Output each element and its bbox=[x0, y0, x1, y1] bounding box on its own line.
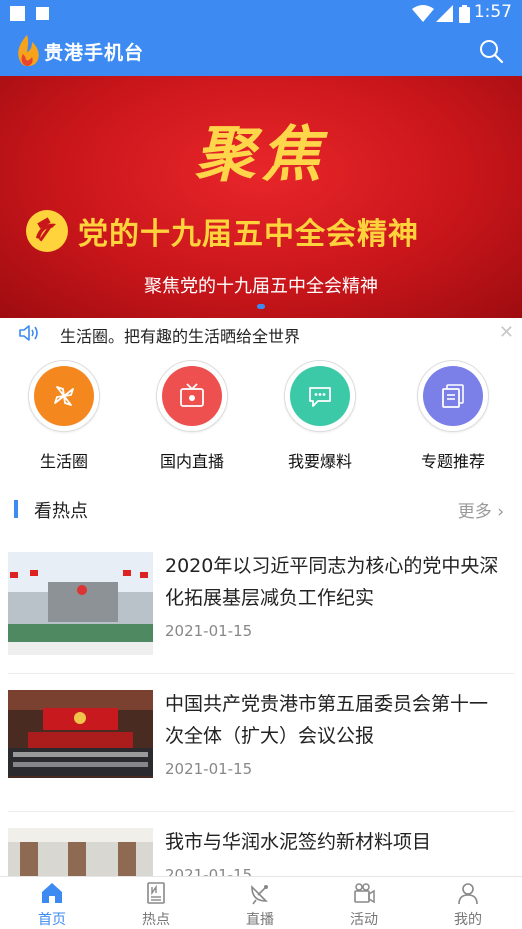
banner-caption: 聚焦党的十九届五中全会精神 bbox=[144, 276, 378, 297]
tv-icon bbox=[162, 366, 222, 426]
banner-headline: 党的十九届五中全会精神 bbox=[22, 206, 512, 256]
speaker-icon bbox=[19, 325, 38, 341]
search-icon bbox=[480, 40, 504, 64]
more-label: 更多 bbox=[457, 502, 492, 522]
party-emblem-icon bbox=[26, 210, 68, 252]
news-icon bbox=[147, 882, 165, 904]
search-button[interactable] bbox=[478, 38, 504, 64]
shortcut-label: 生活圈 bbox=[39, 452, 88, 471]
wifi-icon bbox=[412, 5, 434, 22]
shortcut-life-circle[interactable]: 生活圈 bbox=[9, 360, 119, 472]
news-date: 2021-01-15 bbox=[165, 866, 253, 876]
notification-icon bbox=[10, 6, 25, 21]
camera-icon bbox=[354, 883, 375, 904]
tab-label: 我的 bbox=[454, 912, 482, 928]
shortcut-featured[interactable]: 专题推荐 bbox=[398, 360, 508, 472]
battery-icon bbox=[459, 5, 470, 23]
app-bar: 贵港手机台 bbox=[0, 26, 522, 76]
carousel-dot-active bbox=[257, 304, 265, 309]
tab-hot[interactable]: 热点 bbox=[104, 877, 208, 928]
flame-logo-icon bbox=[12, 34, 42, 68]
close-icon[interactable]: ✕ bbox=[499, 322, 514, 343]
app-logo: 贵港手机台 bbox=[12, 34, 144, 68]
news-title: 我市与华润水泥签约新材料项目 bbox=[165, 831, 432, 853]
more-link[interactable]: 更多 › bbox=[458, 497, 504, 522]
tab-label: 活动 bbox=[350, 912, 378, 928]
shortcut-domestic-live[interactable]: 国内直播 bbox=[137, 360, 247, 472]
news-thumbnail bbox=[8, 690, 153, 793]
news-item[interactable]: 我市与华润水泥签约新材料项目 2021-01-15 bbox=[8, 828, 514, 876]
chat-bubble-icon bbox=[290, 366, 350, 426]
home-icon bbox=[42, 883, 62, 903]
divider bbox=[8, 673, 514, 674]
bottom-tab-bar: 首页 热点 直播 活动 我的 bbox=[0, 876, 522, 928]
section-accent-bar bbox=[14, 500, 18, 518]
tab-label: 直播 bbox=[246, 912, 274, 928]
banner-headline-text: 党的十九届五中全会精神 bbox=[78, 217, 419, 252]
news-title: 中国共产党贵港市第五届委员会第十一次全体（扩大）会议公报 bbox=[165, 693, 489, 747]
shortcut-label: 我要爆料 bbox=[287, 452, 352, 471]
stacked-docs-icon bbox=[423, 366, 483, 426]
banner-carousel[interactable]: 聚焦 党的十九届五中全会精神 聚焦党的十九届五中全会精神 bbox=[0, 76, 522, 318]
app-notification-icon bbox=[36, 7, 49, 20]
user-icon bbox=[458, 883, 478, 905]
carousel-indicator bbox=[0, 304, 522, 309]
news-thumbnail bbox=[8, 552, 153, 655]
news-item[interactable]: 2020年以习近平同志为核心的党中央深化拓展基层减负工作纪实 2021-01-1… bbox=[8, 552, 514, 674]
status-bar: 1:57 bbox=[0, 0, 522, 26]
tab-mine[interactable]: 我的 bbox=[416, 877, 520, 928]
tab-label: 首页 bbox=[38, 912, 66, 928]
shortcut-grid: 生活圈 国内直播 我要爆料 专题推荐 bbox=[0, 360, 522, 475]
pinwheel-icon bbox=[34, 366, 94, 426]
news-title: 2020年以习近平同志为核心的党中央深化拓展基层减负工作纪实 bbox=[165, 555, 499, 609]
app-title: 贵港手机台 bbox=[44, 41, 145, 64]
notice-text: 生活圈。把有趣的生活晒给全世界 bbox=[60, 327, 301, 346]
tab-home[interactable]: 首页 bbox=[0, 877, 104, 928]
notice-bar[interactable]: 生活圈。把有趣的生活晒给全世界 ✕ bbox=[0, 318, 522, 350]
news-date: 2021-01-15 bbox=[165, 760, 253, 778]
divider bbox=[8, 811, 514, 812]
banner-big-text: 聚焦 bbox=[195, 120, 327, 190]
section-title: 看热点 bbox=[34, 501, 88, 522]
signal-icon bbox=[436, 5, 453, 22]
news-date: 2021-01-15 bbox=[165, 622, 253, 640]
chevron-right-icon: › bbox=[497, 502, 504, 522]
shortcut-report-tip[interactable]: 我要爆料 bbox=[265, 360, 375, 472]
shortcut-label: 国内直播 bbox=[159, 452, 224, 471]
news-item[interactable]: 中国共产党贵港市第五届委员会第十一次全体（扩大）会议公报 2021-01-15 bbox=[8, 690, 514, 812]
clock: 1:57 bbox=[473, 2, 512, 22]
tab-activity[interactable]: 活动 bbox=[312, 877, 416, 928]
tab-label: 热点 bbox=[142, 912, 170, 928]
tab-live[interactable]: 直播 bbox=[208, 877, 312, 928]
satellite-icon bbox=[251, 885, 268, 905]
news-thumbnail bbox=[8, 828, 153, 876]
section-header: 看热点 更多 › bbox=[0, 496, 522, 522]
shortcut-label: 专题推荐 bbox=[420, 452, 485, 471]
